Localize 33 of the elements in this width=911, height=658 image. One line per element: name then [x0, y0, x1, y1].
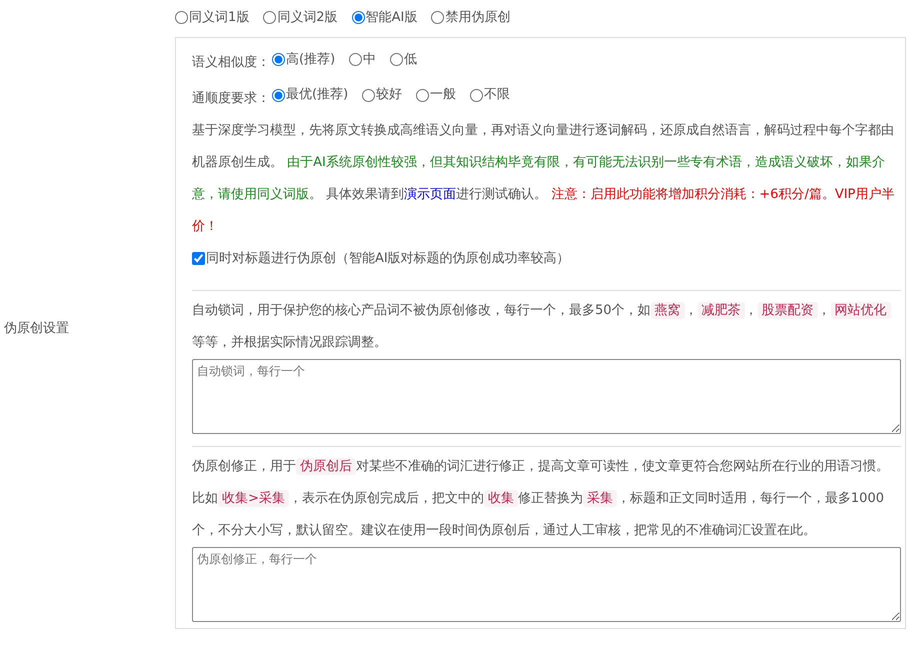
- radio-button[interactable]: [431, 11, 444, 24]
- description-text: 伪原创修正，用于 伪原创后 对某些不准确的词汇进行修正，提高文章可读性，使文章更符合您网站所在行业的用语习惯。比如 收集>采集 ，表示在伪原创完成后，把文中的 收集 修正替换为 采集 ，标题和正文同时适用，每行一个，最多1000个，不分大小写，默认留空。建议在使用一段时间伪原创后，通过人工审核，把常见的不准确词汇设置在此。: [192, 457, 890, 540]
- option-label[interactable]: 禁用伪原创: [445, 8, 510, 28]
- demo-page-link[interactable]: 演示页面: [404, 186, 456, 202]
- radio-button[interactable]: [272, 53, 285, 66]
- option-label[interactable]: 高(推荐): [286, 44, 336, 76]
- radio-button[interactable]: [470, 88, 484, 102]
- option-label[interactable]: 最优(推荐): [286, 79, 348, 112]
- description-text: 自动锁词，用于保护您的核心产品词不被伪原创修改，每行一个，最多50个，如 燕窝 ， 减肥茶 ， 股票配资 ， 网站优化 等等，并根据实际情况跟踪调整。: [192, 295, 901, 360]
- field-label: 语义相似度：: [192, 55, 270, 70]
- radio-button[interactable]: [362, 88, 376, 102]
- option-label[interactable]: 较好: [376, 79, 402, 112]
- option-label[interactable]: 同义词1版: [189, 8, 250, 28]
- option-label[interactable]: 同时对标题进行伪原创（智能AI版对标题的伪原创成功率较高）: [206, 242, 570, 275]
- checkbox[interactable]: [192, 252, 205, 266]
- field-label: 通顺度要求：: [192, 90, 270, 106]
- option-label[interactable]: 智能AI版: [366, 8, 418, 28]
- description-text: 基于深度学习模型，先将原文转换成高维语义向量，再对语义向量进行逐词解码，还原成自然语言，解码过程中每个字都由机器原创生成。 由于AI系统原创性较强，但其知识结构毕竟有限，有可能无法识别一些专有术语，造成语义破坏，如果介意，请使用同义词版。 具体效果请到演示页面进行测试确认。 注意：启用此功能将增加积分消耗：+6积分/篇。VIP用户半价！: [192, 122, 896, 236]
- radio-button[interactable]: [390, 53, 404, 66]
- option-label[interactable]: 低: [404, 44, 418, 76]
- option-label[interactable]: 一般: [430, 79, 456, 112]
- radio-button[interactable]: [263, 11, 276, 24]
- radio-button[interactable]: [175, 11, 188, 24]
- radio-button[interactable]: [416, 88, 430, 102]
- radio-button[interactable]: [272, 88, 285, 102]
- radio-button[interactable]: [352, 11, 365, 24]
- option-label[interactable]: 同义词2版: [277, 8, 338, 28]
- option-label[interactable]: 不限: [484, 79, 510, 112]
- lock-words-field[interactable]: 自动锁词，每行一个: [192, 359, 901, 434]
- corrections-field[interactable]: 伪原创修正，每行一个: [192, 547, 901, 622]
- radio-button[interactable]: [349, 53, 362, 66]
- section-label: 伪原创设置: [4, 320, 69, 338]
- option-label[interactable]: 中: [363, 44, 376, 76]
